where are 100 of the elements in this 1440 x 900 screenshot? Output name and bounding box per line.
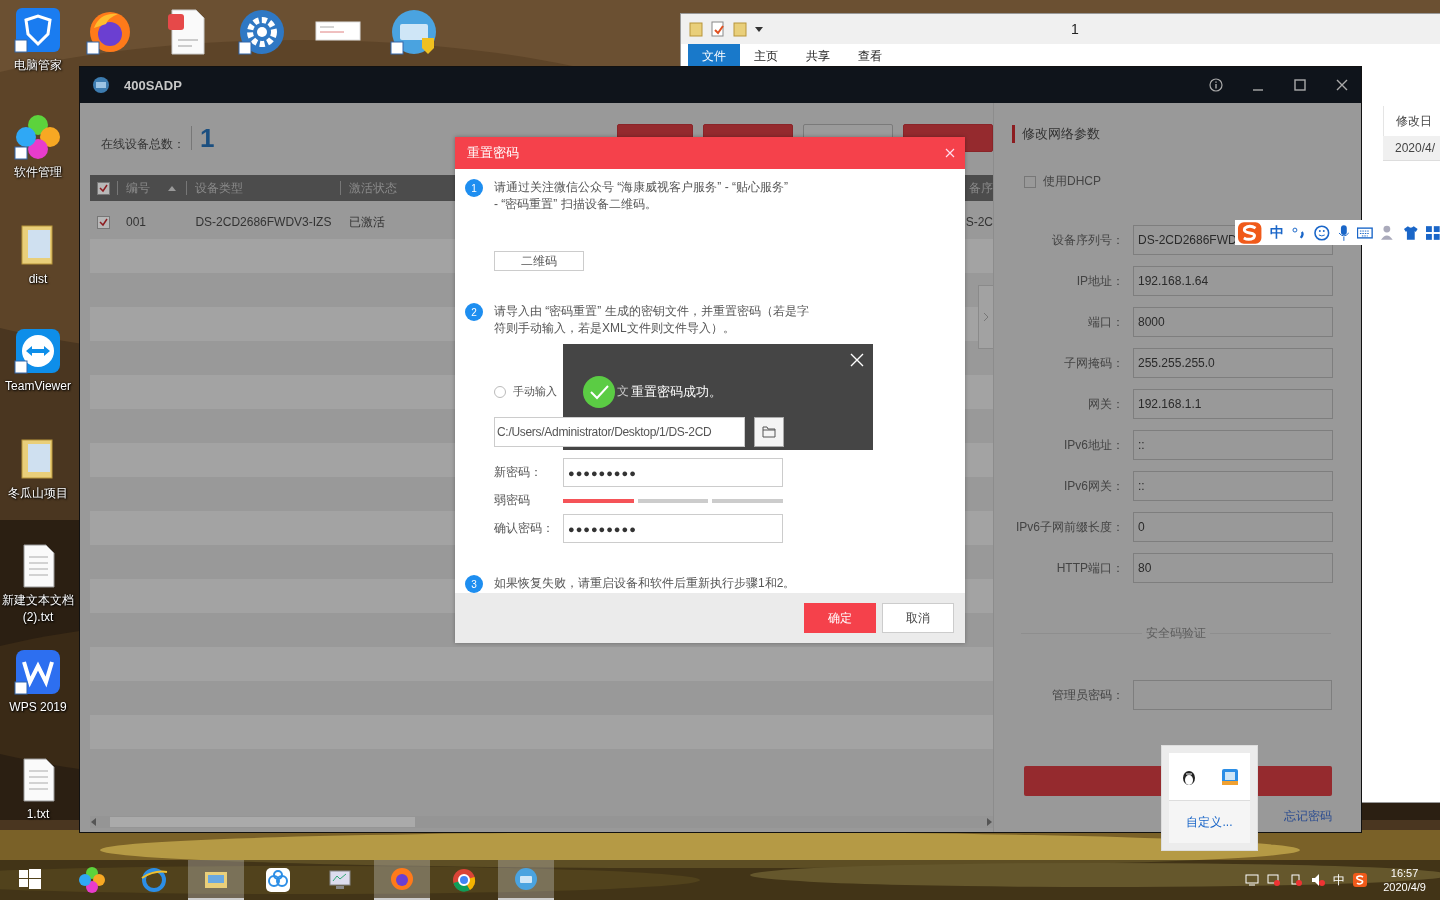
field-label: 子网掩码： <box>1063 354 1124 372</box>
field-label: IPv6网关： <box>1063 477 1124 495</box>
window-title: 1 <box>1071 21 1079 37</box>
file-path-field[interactable]: C:/Users/Administrator/Desktop/1/DS-2CD <box>494 417 745 447</box>
info-icon[interactable] <box>1209 78 1223 92</box>
table-cell: 2020/4/ <box>1383 136 1440 161</box>
dropdown-icon[interactable] <box>755 25 763 33</box>
gear-icon[interactable] <box>238 8 286 56</box>
ribbon-tab[interactable]: 查看 <box>844 44 896 68</box>
radio-label[interactable]: 文 <box>617 383 629 400</box>
radio-label[interactable]: 手动输入 <box>513 384 557 399</box>
dhcp-checkbox[interactable] <box>1024 175 1036 188</box>
icon-label: WPS 2019 <box>8 699 68 716</box>
clock[interactable]: 16:57 2020/4/9 <box>1383 866 1426 894</box>
flower-icon <box>78 866 106 894</box>
app-tile-icon[interactable] <box>1221 768 1238 785</box>
input-mode-indicator[interactable]: 中 <box>1333 871 1346 889</box>
qr-code-button[interactable]: 二维码 <box>494 251 584 271</box>
table-cell-text: 001 <box>125 215 148 229</box>
icon-label: 冬瓜山项目 <box>7 485 69 502</box>
section-divider-label: 安全码验证 <box>1145 625 1207 642</box>
online-count-label: 在线设备总数： <box>101 135 185 153</box>
field-label: 确认密码： <box>494 520 555 537</box>
shield-icon[interactable] <box>14 6 62 54</box>
radio-button[interactable] <box>494 385 506 398</box>
password-strength-label: 弱密码 <box>494 492 531 509</box>
input-field[interactable]: 80 <box>1133 553 1333 583</box>
select-all-checkbox[interactable] <box>97 181 110 195</box>
icon-label: 电脑管家 <box>13 57 63 74</box>
dialog-title: 重置密码 <box>467 144 519 162</box>
field-label: IPv6子网前缀长度： <box>1015 518 1124 536</box>
scroll-left-icon[interactable] <box>90 818 98 826</box>
input-field[interactable]: 192.168.1.64 <box>1133 266 1333 296</box>
globe-icon <box>140 866 168 894</box>
speaker-icon[interactable] <box>1311 873 1326 887</box>
icon-label: 新建文本文档 (2).txt <box>1 592 75 626</box>
window-title: 400SADP <box>124 77 182 93</box>
customize-link[interactable]: 自定义... <box>1169 801 1250 843</box>
field-label: 管理员密码： <box>1050 686 1124 704</box>
toast-message: 重置密码成功。 <box>631 383 722 401</box>
properties-icon[interactable] <box>711 21 725 37</box>
magnifier-icon <box>512 865 540 893</box>
input-field[interactable]: 192.168.1.1 <box>1133 389 1333 419</box>
collapse-handle[interactable] <box>978 285 993 349</box>
input-field[interactable]: :: <box>1133 471 1333 501</box>
confirm-button[interactable]: 确定 <box>804 603 876 633</box>
close-icon[interactable] <box>1335 78 1349 92</box>
row-checkbox[interactable] <box>97 215 110 229</box>
plug-icon[interactable] <box>1289 873 1304 887</box>
clock-time: 16:57 <box>1390 866 1419 880</box>
step-text: 请通过关注微信公众号 “海康威视客户服务” - “贴心服务” - “密码重置” 扫描设备二维码。 <box>494 179 789 213</box>
field-label: IP地址： <box>1075 272 1124 290</box>
step-number: 3 <box>465 575 483 593</box>
scroll-right-icon[interactable] <box>985 818 993 826</box>
field-label: 新密码： <box>494 464 543 481</box>
microphone-icon[interactable] <box>1337 224 1350 241</box>
field-label: HTTP端口： <box>1055 559 1124 577</box>
keyboard-icon[interactable] <box>1357 226 1374 239</box>
scrollbar[interactable] <box>90 816 993 828</box>
step-number: 2 <box>465 303 483 321</box>
field-label: 端口： <box>1087 313 1124 331</box>
input-mode-toggle[interactable]: 中 <box>1270 223 1285 242</box>
sort-caret-icon <box>168 185 177 191</box>
ribbon-tab[interactable]: 主页 <box>740 44 792 68</box>
icon-label: dist <box>27 271 49 288</box>
forgot-password-link[interactable]: 忘记密码 <box>1284 808 1332 825</box>
cancel-button[interactable]: 取消 <box>882 603 954 633</box>
input-field[interactable]: :: <box>1133 430 1333 460</box>
cloud-icon <box>264 866 292 894</box>
input-field[interactable]: 0 <box>1133 512 1333 542</box>
shirt-icon[interactable] <box>1402 224 1419 241</box>
maximize-icon[interactable] <box>1293 78 1307 92</box>
field-label: 设备序列号： <box>1051 231 1124 249</box>
grid-icon[interactable] <box>1426 225 1440 240</box>
ribbon-tab[interactable]: 文件 <box>688 44 740 68</box>
ribbon-tab[interactable]: 共享 <box>792 44 844 68</box>
check-circle-icon <box>583 376 615 408</box>
panel-title: 修改网络参数 <box>1012 125 1332 143</box>
flower-icon[interactable] <box>14 113 62 161</box>
arrows-icon[interactable] <box>14 327 62 375</box>
field-label: 网关： <box>1087 395 1124 413</box>
icon-label: 软件管理 <box>13 164 63 181</box>
app-logo-icon <box>92 76 110 94</box>
punctuation-icon[interactable] <box>1292 225 1307 240</box>
smiley-icon[interactable] <box>1314 224 1330 241</box>
device-icon[interactable] <box>390 8 438 56</box>
input-field[interactable]: 8000 <box>1133 307 1333 337</box>
password-field[interactable] <box>1132 680 1332 710</box>
password-field[interactable]: ●●●●●●●●● <box>563 514 783 543</box>
firefox-icon <box>388 865 416 893</box>
s-logo-icon[interactable] <box>1353 873 1368 887</box>
password-field[interactable]: ●●●●●●●●● <box>563 458 783 487</box>
w-logo-icon[interactable] <box>14 648 62 696</box>
icon-label: 1.txt <box>25 806 51 823</box>
table-cell-text: 已激活 <box>348 213 387 231</box>
step-text: 如果恢复失败，请重启设备和软件后重新执行步骤1和2。 <box>494 575 797 592</box>
monitor-icon[interactable] <box>1245 874 1260 886</box>
table-cell-text: S-2C <box>964 215 993 229</box>
network-icon[interactable] <box>1267 873 1282 887</box>
input-field[interactable]: 255.255.255.0 <box>1133 348 1333 378</box>
